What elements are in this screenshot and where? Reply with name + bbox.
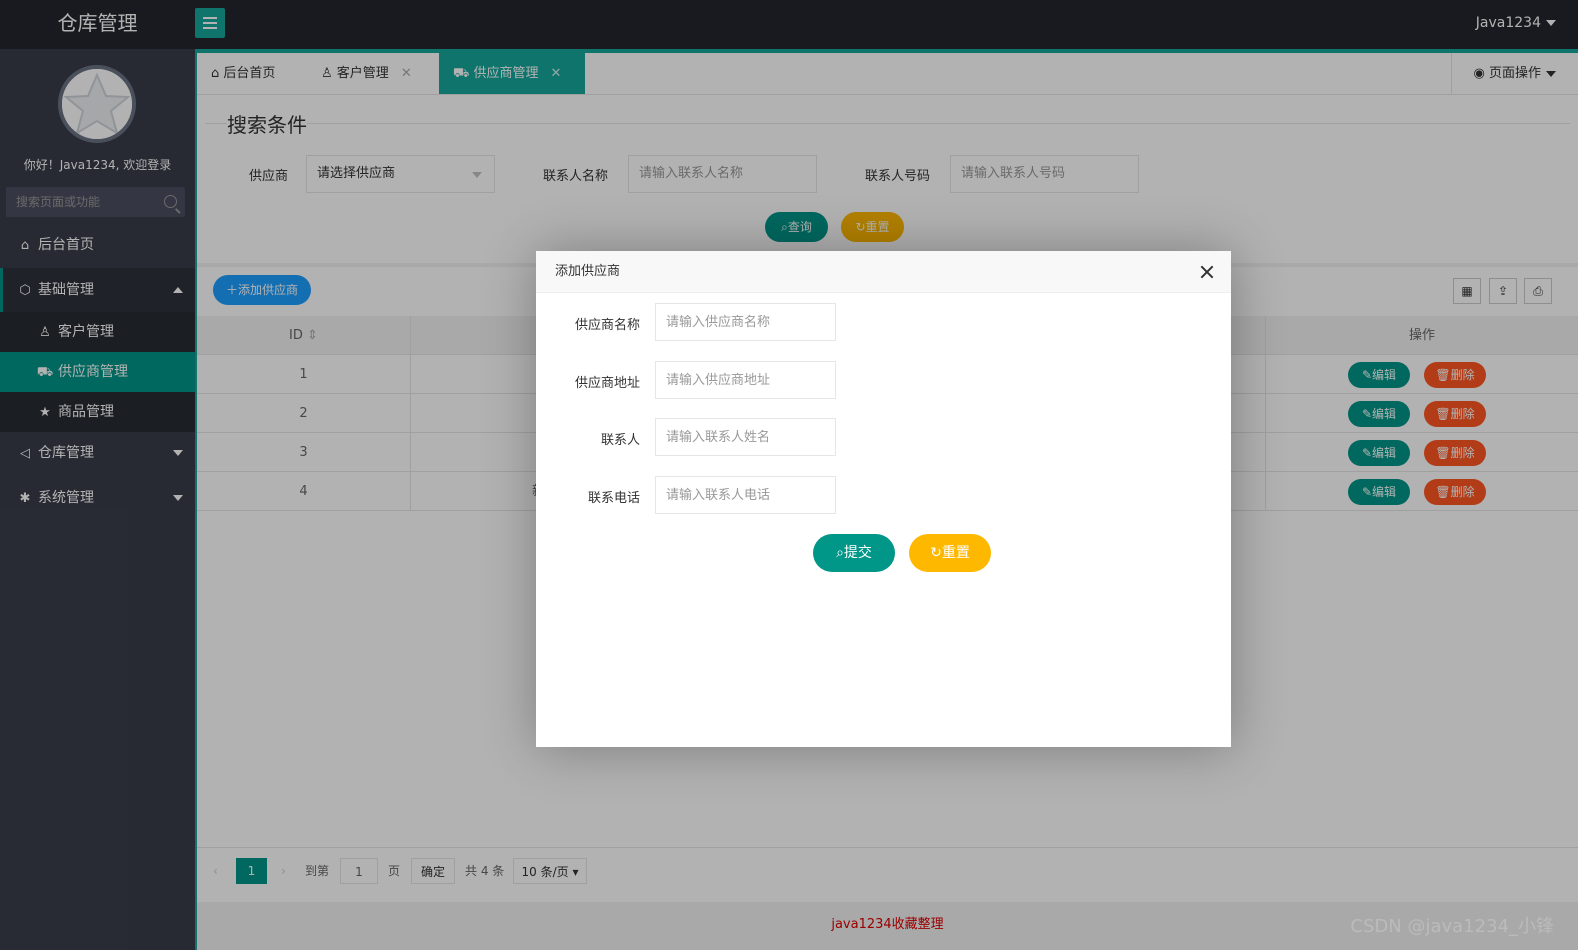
- reset-button[interactable]: ↻重置: [909, 534, 991, 572]
- supplier-name-label: 供应商名称: [574, 318, 640, 333]
- watermark: CSDN @java1234_小锋: [1350, 916, 1554, 937]
- dialog-header: 添加供应商: [536, 251, 1231, 293]
- add-supplier-dialog: 添加供应商 供应商名称 供应商地址 联系人 联系电话 ⌕提交 ↻重置: [536, 251, 1231, 747]
- submit-button-label: 提交: [843, 545, 872, 561]
- contact-name-input[interactable]: [655, 418, 836, 456]
- supplier-address-input[interactable]: [655, 361, 836, 399]
- supplier-name-input[interactable]: [655, 303, 836, 341]
- contact-phone-input[interactable]: [655, 476, 836, 514]
- contact-phone-label: 联系电话: [587, 491, 640, 506]
- submit-button[interactable]: ⌕提交: [813, 534, 895, 572]
- refresh-icon: ↻: [930, 545, 942, 561]
- supplier-address-label: 供应商地址: [574, 376, 640, 391]
- close-icon[interactable]: [1199, 264, 1215, 280]
- reset-button-label: 重置: [941, 545, 970, 561]
- search-icon: ⌕: [836, 545, 844, 561]
- contact-name-label: 联系人: [600, 433, 640, 448]
- dialog-title: 添加供应商: [555, 264, 621, 279]
